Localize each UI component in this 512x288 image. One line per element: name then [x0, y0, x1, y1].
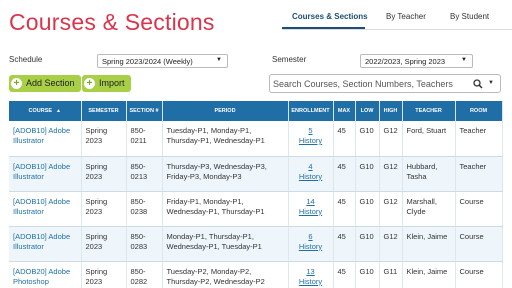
room-cell: Teacher — [455, 121, 503, 157]
course-link[interactable]: [ADOB20] Adobe Photoshop — [13, 267, 70, 286]
table-row[interactable]: [ADOB10] Adobe Illustrator Spring 2023 8… — [9, 191, 503, 227]
section-cell: 850-0283 — [126, 226, 163, 262]
add-section-button[interactable]: + Add Section — [9, 75, 81, 92]
enrollment-link[interactable]: 4 — [308, 162, 312, 171]
teacher-cell: Marshall, Clyde — [402, 191, 456, 227]
high-cell: G12 — [379, 156, 403, 192]
search-box: ▼ — [269, 74, 501, 93]
column-header-course[interactable]: COURSE ▲ — [9, 101, 82, 121]
tab-by-student[interactable]: By Student — [450, 12, 489, 21]
period-cell: Thursday-P3, Wednesday-P3, Friday-P3, Mo… — [162, 156, 289, 192]
period-cell: Monday-P1, Thursday-P1, Wednesday-P1, Tu… — [162, 226, 289, 262]
semester-cell: Spring 2023 — [81, 226, 127, 262]
enrollment-link[interactable]: 5 — [308, 126, 312, 135]
schedule-select-value: Spring 2023/2024 (Weekly) — [102, 57, 193, 66]
table-row[interactable]: [ADOB10] Adobe Illustrator Spring 2023 8… — [9, 156, 503, 192]
semester-cell: Spring 2023 — [81, 261, 127, 288]
low-cell: G10 — [355, 226, 380, 262]
chevron-down-icon: ▼ — [461, 57, 467, 63]
teacher-cell: Klein, Jaime — [402, 226, 456, 262]
semester-cell: Spring 2023 — [81, 191, 127, 227]
section-cell: 850-0238 — [126, 191, 163, 227]
table-header-row: COURSE ▲ SEMESTER SECTION # PERIOD ENROLL… — [9, 101, 503, 121]
chevron-down-icon: ▼ — [216, 57, 222, 63]
search-input[interactable] — [273, 77, 473, 90]
semester-label: Semester — [272, 55, 307, 64]
section-cell: 850-0213 — [126, 156, 163, 192]
section-cell: 850-0211 — [126, 121, 163, 157]
semester-select-value: 2022/2023, Spring 2023 — [365, 57, 446, 66]
low-cell: G10 — [355, 156, 380, 192]
high-cell: G12 — [379, 191, 403, 227]
enrollment-link[interactable]: 14 — [306, 197, 314, 206]
low-cell: G10 — [355, 191, 380, 227]
max-cell: 45 — [333, 226, 356, 262]
low-cell: G10 — [355, 261, 380, 288]
plus-icon: + — [84, 78, 95, 89]
tab-divider — [282, 29, 512, 30]
enrollment-link[interactable]: 13 — [306, 267, 314, 276]
table-row[interactable]: [ADOB10] Adobe Illustrator Spring 2023 8… — [9, 226, 503, 262]
column-header-high[interactable]: HIGH — [379, 101, 403, 121]
column-header-semester[interactable]: SEMESTER — [81, 101, 127, 121]
teacher-cell: Klein, Jaime — [402, 261, 456, 288]
teacher-cell: Hubbard, Tasha — [402, 156, 456, 192]
course-link[interactable]: [ADOB10] Adobe Illustrator — [13, 162, 70, 181]
room-cell: Teacher — [455, 156, 503, 192]
column-header-max[interactable]: MAX — [333, 101, 356, 121]
tab-by-teacher[interactable]: By Teacher — [386, 12, 426, 21]
semester-cell: Spring 2023 — [81, 156, 127, 192]
search-icon[interactable] — [473, 79, 483, 89]
max-cell: 45 — [333, 121, 356, 157]
sections-table: COURSE ▲ SEMESTER SECTION # PERIOD ENROLL… — [9, 101, 503, 288]
enrollment-link[interactable]: 6 — [308, 232, 312, 241]
low-cell: G10 — [355, 121, 380, 157]
course-link[interactable]: [ADOB10] Adobe Illustrator — [13, 197, 70, 216]
history-link[interactable]: History — [299, 172, 322, 181]
teacher-cell: Ford, Stuart — [402, 121, 456, 157]
history-link[interactable]: History — [299, 242, 322, 251]
schedule-select[interactable]: Spring 2023/2024 (Weekly) ▼ — [97, 54, 228, 68]
room-cell: Course — [455, 226, 503, 262]
period-cell: Friday-P1, Monday-P1, Wednesday-P1, Thur… — [162, 191, 289, 227]
history-link[interactable]: History — [299, 136, 322, 145]
page-title: Courses & Sections — [9, 9, 215, 35]
course-link[interactable]: [ADOB10] Adobe Illustrator — [13, 232, 70, 251]
tab-courses-sections[interactable]: Courses & Sections — [292, 12, 368, 21]
course-link[interactable]: [ADOB10] Adobe Illustrator — [13, 126, 70, 145]
column-header-teacher[interactable]: TEACHER — [402, 101, 456, 121]
room-cell: Course — [455, 261, 503, 288]
high-cell: G12 — [379, 121, 403, 157]
column-header-section[interactable]: SECTION # — [126, 101, 163, 121]
semester-select[interactable]: 2022/2023, Spring 2023 ▼ — [360, 54, 473, 68]
max-cell: 45 — [333, 191, 356, 227]
history-link[interactable]: History — [299, 207, 322, 216]
schedule-label: Schedule — [9, 55, 43, 64]
period-cell: Tuesday-P2, Monday-P2, Thursday-P2, Wedn… — [162, 261, 289, 288]
period-cell: Tuesday-P1, Monday-P1, Thursday-P1, Wedn… — [162, 121, 289, 157]
plus-icon: + — [11, 78, 22, 89]
history-link[interactable]: History — [299, 277, 322, 286]
max-cell: 45 — [333, 156, 356, 192]
view-tabs: Courses & Sections By Teacher By Student — [282, 0, 512, 30]
high-cell: G12 — [379, 226, 403, 262]
semester-cell: Spring 2023 — [81, 121, 127, 157]
active-tab-indicator — [282, 27, 365, 29]
section-cell: 850-0282 — [126, 261, 163, 288]
import-button[interactable]: + Import — [82, 75, 131, 92]
high-cell: G11 — [379, 261, 403, 288]
column-header-enrollment[interactable]: ENROLLMENT — [288, 101, 334, 121]
table-row[interactable]: [ADOB20] Adobe Photoshop Spring 2023 850… — [9, 261, 503, 288]
add-section-label: Add Section — [26, 78, 75, 88]
column-header-low[interactable]: LOW — [355, 101, 380, 121]
column-header-room[interactable]: ROOM — [455, 101, 503, 121]
sort-asc-icon: ▲ — [56, 108, 61, 114]
column-header-period[interactable]: PERIOD — [162, 101, 289, 121]
max-cell: 45 — [333, 261, 356, 288]
chevron-down-icon[interactable]: ▼ — [488, 80, 494, 86]
room-cell: Course — [455, 191, 503, 227]
import-label: Import — [99, 78, 125, 88]
table-row[interactable]: [ADOB10] Adobe Illustrator Spring 2023 8… — [9, 121, 503, 157]
